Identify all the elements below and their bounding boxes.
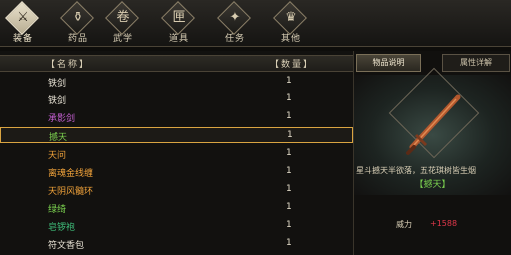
category-tab-bar: ⚔ 装备 ⚱ 药品 卷 武学 匣 道具 ✦ 任务 ♛ 其他 [0,0,511,47]
item-quantity: 1 [286,184,292,194]
list-header: 【名称】 【数量】 [0,55,353,72]
inventory-row[interactable]: 皂锣袍 1 [0,218,353,234]
tab-equipment[interactable]: ⚔ 装备 [0,1,46,44]
inventory-row-selected[interactable]: 撼天 1 [0,127,353,143]
column-header-name: 【名称】 [46,60,91,70]
item-name: 承影剑 [48,114,76,124]
sword-icon [406,94,461,155]
item-detail-panel: 物品说明 属性详解 【撼天】 星斗撼天半欲落，五花琪树皆生烟 威力 +1588 [354,51,511,255]
tab-label: 其他 [280,34,301,44]
tab-other[interactable]: ♛ 其他 [268,1,314,44]
tab-label: 药品 [67,34,88,44]
inventory-row[interactable]: 天问 1 [0,146,353,162]
item-name: 天阴风髓环 [48,187,94,197]
tab-label: 任务 [224,34,245,44]
inventory-row[interactable]: 铁剑 1 [0,91,353,107]
item-quantity: 1 [286,220,292,230]
tab-quests[interactable]: ✦ 任务 [212,1,258,44]
tab-item-description[interactable]: 物品说明 [356,54,421,72]
inventory-row[interactable]: 符文香包 1 [0,236,353,252]
item-description-text: 星斗撼天半欲落，五花琪树皆生烟 [356,166,476,175]
item-quantity: 1 [286,202,292,212]
item-quantity: 1 [286,238,292,248]
tab-label: 武学 [112,34,133,44]
tab-label: 装备 [12,34,33,44]
item-name: 皂锣袍 [48,223,76,233]
item-name: 符文香包 [48,241,85,251]
tab-attribute-details[interactable]: 属性详解 [442,54,510,72]
item-quantity: 1 [287,130,293,140]
inventory-list-panel: 【名称】 【数量】 铁剑 1 铁剑 1 承影剑 1 撼天 1 天问 1 离魂金线… [0,51,354,255]
item-name: 铁剑 [48,96,67,106]
potion-icon: ⚱ [72,10,84,25]
item-name: 绿绮 [48,205,67,215]
quest-icon: ✦ [229,10,241,25]
inventory-row[interactable]: 铁剑 1 [0,74,353,90]
sword-icon: ⚔ [17,10,29,25]
tab-items[interactable]: 匣 道具 [156,1,202,44]
item-name: 天问 [48,151,67,161]
box-icon: 匣 [172,10,186,25]
inventory-row[interactable]: 天阴风髓环 1 [0,182,353,198]
scroll-icon: 卷 [116,10,130,25]
tab-label: 道具 [168,34,189,44]
column-header-quantity: 【数量】 [270,60,315,70]
tab-martial-arts[interactable]: 卷 武学 [100,1,146,44]
item-quantity: 1 [286,148,292,158]
inventory-row[interactable]: 绿绮 1 [0,200,353,216]
inventory-row[interactable]: 承影剑 1 [0,109,353,125]
item-quantity: 1 [286,111,292,121]
power-value: +1588 [430,219,458,228]
item-quantity: 1 [286,76,292,86]
tab-medicine[interactable]: ⚱ 药品 [55,1,101,44]
item-name: 铁剑 [48,79,67,89]
inventory-row[interactable]: 离魂金线缠 1 [0,164,353,180]
item-name-title: 【撼天】 [414,180,451,190]
power-label: 威力 [396,220,412,229]
crown-icon: ♛ [285,10,297,25]
item-name: 离魂金线缠 [48,169,94,179]
item-quantity: 1 [286,93,292,103]
item-artwork: 【撼天】 [354,67,511,195]
item-name: 撼天 [49,133,68,143]
item-quantity: 1 [286,166,292,176]
